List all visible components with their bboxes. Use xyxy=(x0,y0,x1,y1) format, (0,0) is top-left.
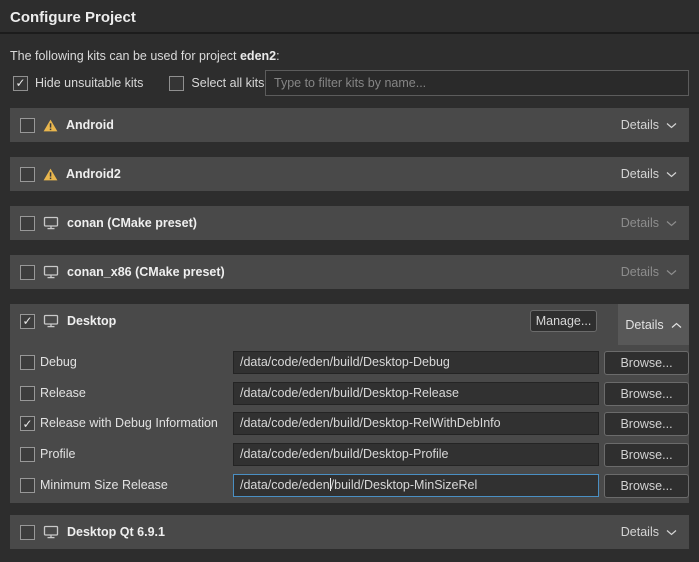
build-config-row-profile: Profile /data/code/eden/build/Desktop-Pr… xyxy=(10,443,689,467)
intro-text: The following kits can be used for proje… xyxy=(10,49,280,63)
kit-checkbox[interactable] xyxy=(20,525,35,540)
project-name: eden2 xyxy=(240,49,276,63)
checkmark-icon: ✓ xyxy=(15,77,25,89)
details-label: Details xyxy=(621,118,659,132)
intro-suffix: : xyxy=(276,49,279,63)
kit-row-conan-x86: conan_x86 (CMake preset) Details xyxy=(10,255,689,289)
browse-button[interactable]: Browse... xyxy=(604,412,689,436)
chevron-down-icon xyxy=(666,122,677,129)
path-after-caret: /build/Desktop-MinSizeRel xyxy=(331,478,478,492)
kit-name: Desktop xyxy=(67,314,116,328)
hide-unsuitable-label: Hide unsuitable kits xyxy=(35,76,143,90)
manage-kits-button[interactable]: Manage... xyxy=(530,310,597,332)
kit-name: Desktop Qt 6.9.1 xyxy=(67,525,165,539)
config-label: Minimum Size Release xyxy=(40,478,168,492)
path-before-caret: /data/code/eden xyxy=(240,478,330,492)
desktop-monitor-icon xyxy=(43,265,59,279)
desktop-monitor-icon xyxy=(43,314,59,328)
kit-filter-controls: ✓ Hide unsuitable kits Select all kits xyxy=(13,70,264,96)
checkmark-icon: ✓ xyxy=(22,418,32,430)
kit-row-android2: Android2 Details xyxy=(10,157,689,191)
browse-button[interactable]: Browse... xyxy=(604,351,689,375)
warning-icon xyxy=(43,168,58,181)
build-dir-input[interactable]: /data/code/eden/build/Desktop-RelWithDeb… xyxy=(233,412,599,435)
details-label: Details xyxy=(621,525,659,539)
details-toggle-expanded[interactable]: Details xyxy=(618,304,689,345)
kit-checkbox[interactable] xyxy=(20,265,35,280)
hide-unsuitable-checkbox[interactable]: ✓ xyxy=(13,76,28,91)
kit-name: conan_x86 (CMake preset) xyxy=(67,265,225,279)
chevron-down-icon xyxy=(666,529,677,536)
warning-icon xyxy=(43,119,58,132)
browse-button[interactable]: Browse... xyxy=(604,443,689,467)
kit-checkbox[interactable] xyxy=(20,216,35,231)
intro-prefix: The following kits can be used for proje… xyxy=(10,49,240,63)
kit-name: Android2 xyxy=(66,167,121,181)
kit-row-desktop-qt: Desktop Qt 6.9.1 Details xyxy=(10,515,689,549)
kit-checkbox[interactable] xyxy=(20,118,35,133)
details-toggle[interactable]: Details xyxy=(621,118,677,132)
kit-filter-input[interactable] xyxy=(265,70,689,96)
select-all-checkbox[interactable] xyxy=(169,76,184,91)
details-toggle-disabled[interactable]: Details xyxy=(621,265,677,279)
build-dir-input-focused[interactable]: /data/code/eden/build/Desktop-MinSizeRel xyxy=(233,474,599,497)
build-dir-input[interactable]: /data/code/eden/build/Desktop-Profile xyxy=(233,443,599,466)
kit-checkbox[interactable] xyxy=(20,167,35,182)
config-checkbox[interactable]: ✓ xyxy=(20,416,35,431)
details-toggle[interactable]: Details xyxy=(621,525,677,539)
desktop-monitor-icon xyxy=(43,525,59,539)
kit-row-conan: conan (CMake preset) Details xyxy=(10,206,689,240)
select-all-label: Select all kits xyxy=(191,76,264,90)
kit-row-android: Android Details xyxy=(10,108,689,142)
config-checkbox[interactable] xyxy=(20,355,35,370)
kit-panel-desktop: ✓ Desktop Manage... Details Debug /data/… xyxy=(10,304,689,503)
browse-button[interactable]: Browse... xyxy=(604,474,689,498)
kit-name: conan (CMake preset) xyxy=(67,216,197,230)
configure-project-screen: Configure Project The following kits can… xyxy=(0,0,699,562)
browse-button[interactable]: Browse... xyxy=(604,382,689,406)
details-label: Details xyxy=(621,167,659,181)
details-label: Details xyxy=(621,216,659,230)
kit-checkbox[interactable]: ✓ xyxy=(20,314,35,329)
build-dir-input[interactable]: /data/code/eden/build/Desktop-Debug xyxy=(233,351,599,374)
details-toggle[interactable]: Details xyxy=(621,167,677,181)
config-checkbox[interactable] xyxy=(20,447,35,462)
build-dir-input[interactable]: /data/code/eden/build/Desktop-Release xyxy=(233,382,599,405)
build-config-row-minsizerel: Minimum Size Release /data/code/eden/bui… xyxy=(10,474,689,498)
config-checkbox[interactable] xyxy=(20,478,35,493)
details-label: Details xyxy=(621,265,659,279)
checkmark-icon: ✓ xyxy=(22,315,32,327)
page-title: Configure Project xyxy=(10,9,136,26)
config-checkbox[interactable] xyxy=(20,386,35,401)
title-divider xyxy=(0,32,699,34)
chevron-down-icon xyxy=(666,171,677,178)
config-label: Profile xyxy=(40,447,75,461)
build-config-row-release: Release /data/code/eden/build/Desktop-Re… xyxy=(10,382,689,406)
details-toggle-disabled[interactable]: Details xyxy=(621,216,677,230)
chevron-up-icon xyxy=(671,318,682,332)
details-label: Details xyxy=(625,318,663,332)
build-config-row-relwithdebinfo: ✓ Release with Debug Information /data/c… xyxy=(10,412,689,436)
config-label: Release with Debug Information xyxy=(40,416,218,430)
kit-name: Android xyxy=(66,118,114,132)
build-config-row-debug: Debug /data/code/eden/build/Desktop-Debu… xyxy=(10,351,689,375)
desktop-monitor-icon xyxy=(43,216,59,230)
config-label: Debug xyxy=(40,355,77,369)
chevron-down-icon xyxy=(666,220,677,227)
chevron-down-icon xyxy=(666,269,677,276)
config-label: Release xyxy=(40,386,86,400)
